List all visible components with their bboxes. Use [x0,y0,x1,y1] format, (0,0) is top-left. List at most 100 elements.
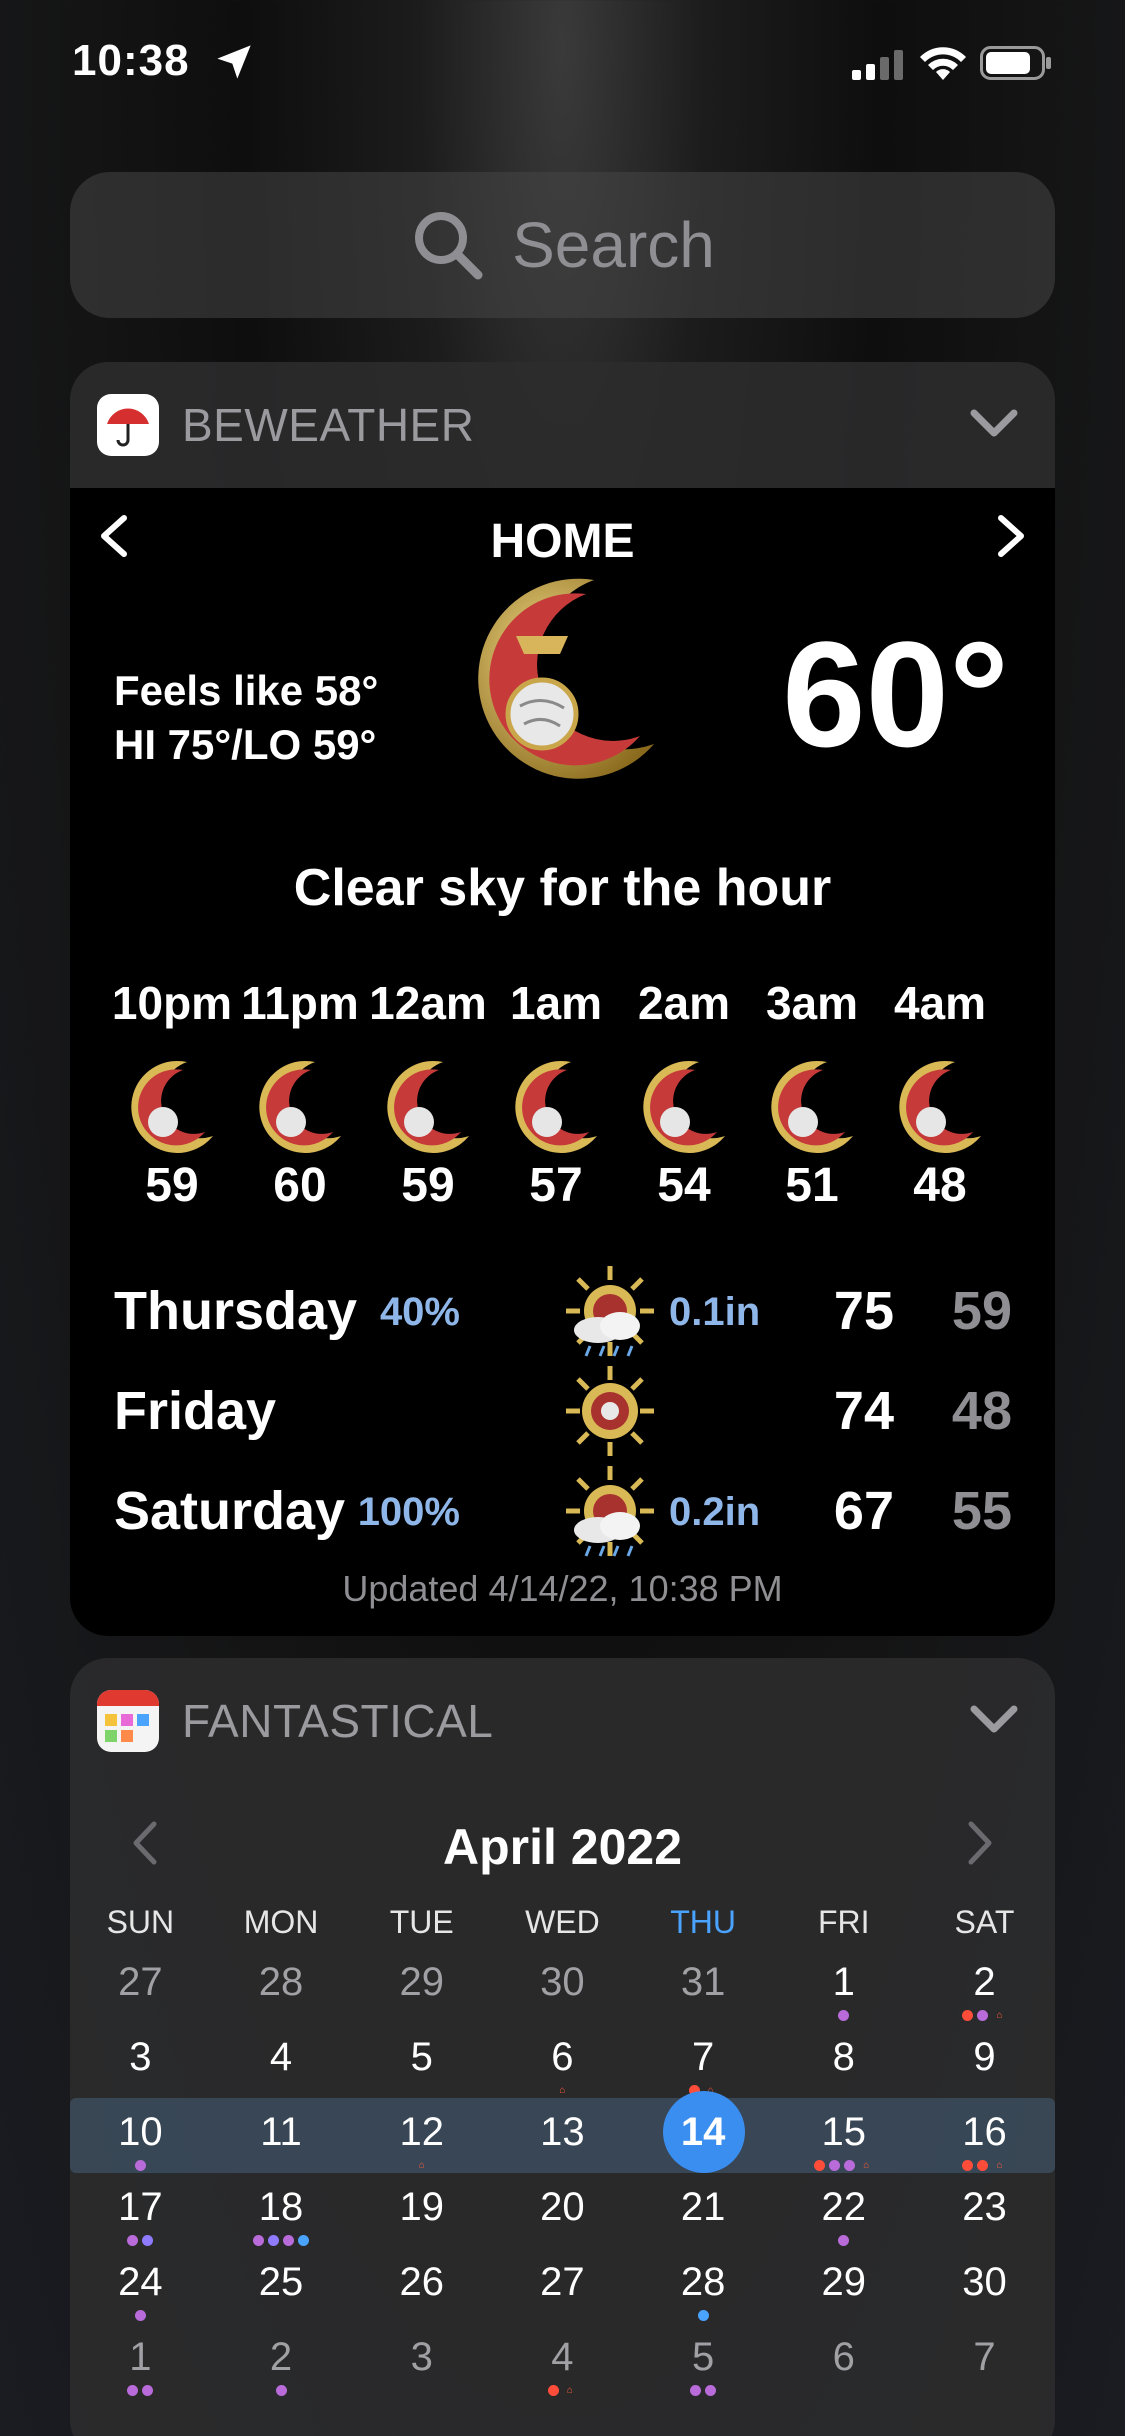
event-dots [914,2310,1055,2322]
search-field[interactable]: Search [70,172,1055,318]
event-dot [253,2235,265,2246]
calendar-day[interactable]: 3 [70,2023,211,2098]
calendar-day[interactable]: 29 [351,1948,492,2023]
day-number: 17 [118,2185,163,2229]
calendar-day[interactable]: 13 [492,2098,633,2173]
calendar-day[interactable]: 5 [351,2023,492,2098]
chevron-down-icon[interactable] [969,1702,1019,1736]
calendar-day[interactable]: 28 [211,1948,352,2023]
calendar-day[interactable]: 4 [211,2023,352,2098]
event-dot [962,2160,974,2171]
event-dots [633,2010,774,2022]
event-dot [844,2160,856,2171]
calendar-day[interactable]: 4 ⌂ [492,2323,633,2398]
day-number: 8 [832,2035,855,2079]
calendar-day[interactable]: 7 [914,2323,1055,2398]
event-dot [829,2160,841,2171]
day-high: 75 [833,1281,894,1341]
location-arrow-icon [217,45,251,79]
calendar-day[interactable]: 30 [492,1948,633,2023]
day-number: 22 [821,2185,867,2229]
day-number: 11 [260,2110,302,2154]
hour-label: 11pm [241,977,359,1029]
event-dots [773,2010,914,2022]
day-number: 30 [962,2260,1007,2304]
event-dots [211,2310,352,2322]
precip-chance: 100% [357,1490,460,1534]
day-number: 25 [258,2260,304,2304]
event-dots [633,2310,774,2322]
calendar-day[interactable]: 27 [70,1948,211,2023]
calendar-day[interactable]: 9 [914,2023,1055,2098]
fantastical-header[interactable]: FANTASTICAL [70,1658,1055,1784]
calendar-day[interactable]: 21 [633,2173,774,2248]
calendar-day[interactable]: 3 [351,2323,492,2398]
day-number: 27 [118,1960,163,2004]
weekday-label: WED [525,1904,600,1940]
next-month-icon[interactable] [965,1820,995,1866]
event-dots [211,2385,352,2397]
calendar-day[interactable]: 25 [211,2248,352,2323]
calendar-day[interactable]: 1 [773,1948,914,2023]
event-dots [492,2010,633,2022]
calendar-day[interactable]: 28 [633,2248,774,2323]
hour-item: 10pm 59 [108,976,236,1213]
calendar-day[interactable]: 18 [211,2173,352,2248]
day-name: Thursday [114,1281,358,1341]
calendar-day[interactable]: 2 ⌂ [914,1948,1055,2023]
hour-item: 1am 57 [492,976,620,1213]
calendar-day[interactable]: 8 [773,2023,914,2098]
calendar-day[interactable]: 10 [70,2098,211,2173]
event-dot [142,2385,154,2396]
beweather-header[interactable]: BEWEATHER [70,362,1055,488]
calendar-day[interactable]: 31 [633,1948,774,2023]
event-dot [697,2310,709,2321]
event-dot [127,2235,139,2246]
calendar-day[interactable]: 6 ⌂ [492,2023,633,2098]
calendar-day[interactable]: 24 [70,2248,211,2323]
beweather-content: HOME Feels like 58° HI 75°/LO 59° 60° Cl… [70,488,1055,1636]
calendar-day[interactable]: 11 [211,2098,352,2173]
weekday-label: SUN [106,1904,175,1940]
cellular-signal-icon [852,50,903,80]
event-dots: ⌂ [492,2085,633,2097]
event-dot [127,2385,139,2396]
calendar-day[interactable]: 29 [773,2248,914,2323]
calendar-day[interactable]: 26 [351,2248,492,2323]
event-dots [914,2085,1055,2097]
calendar-day[interactable]: 23 [914,2173,1055,2248]
calendar-day[interactable]: 27 [492,2248,633,2323]
calendar-day[interactable]: 2 [211,2323,352,2398]
calendar-day[interactable]: 12 ⌂ [351,2098,492,2173]
calendar-day[interactable]: 22 [773,2173,914,2248]
moon-icon [899,1060,981,1153]
day-number: 1 [129,2335,152,2379]
day-number: 7 [973,2335,996,2379]
calendar-day[interactable]: 7 ⌂ [633,2023,774,2098]
hour-temp: 48 [913,1159,967,1212]
day-number: 3 [129,2035,152,2079]
calendar-day[interactable]: 6 [773,2323,914,2398]
calendar-day-today[interactable]: 14 [633,2091,774,2173]
calendar-day[interactable]: 5 [633,2323,774,2398]
month-nav: April 2022 [70,1802,1055,1882]
fantastical-widget: FANTASTICAL April 2022 SUN MON TUE WED THU FR… [70,1658,1055,2436]
calendar-day[interactable]: 17 [70,2173,211,2248]
birthday-icon: ⌂ [559,2085,566,2096]
day-number: 16 [962,2110,1007,2154]
hour-label: 4am [893,977,987,1029]
next-location-icon[interactable] [993,514,1029,558]
day-name: Friday [114,1381,277,1441]
calendar-day[interactable]: 1 [70,2323,211,2398]
event-dots [70,2160,211,2172]
calendar-day[interactable]: 19 [351,2173,492,2248]
calendar-day[interactable]: 16 ⌂ [914,2098,1055,2173]
hour-summary: Clear sky for the hour [293,859,832,917]
day-number: 12 [399,2110,444,2154]
sun-rain-icon [566,1466,654,1557]
calendar-day[interactable]: 20 [492,2173,633,2248]
chevron-down-icon[interactable] [969,406,1019,440]
calendar-day[interactable]: 30 [914,2248,1055,2323]
beweather-app-icon [97,394,159,456]
calendar-day[interactable]: 15 ⌂ [773,2098,914,2173]
